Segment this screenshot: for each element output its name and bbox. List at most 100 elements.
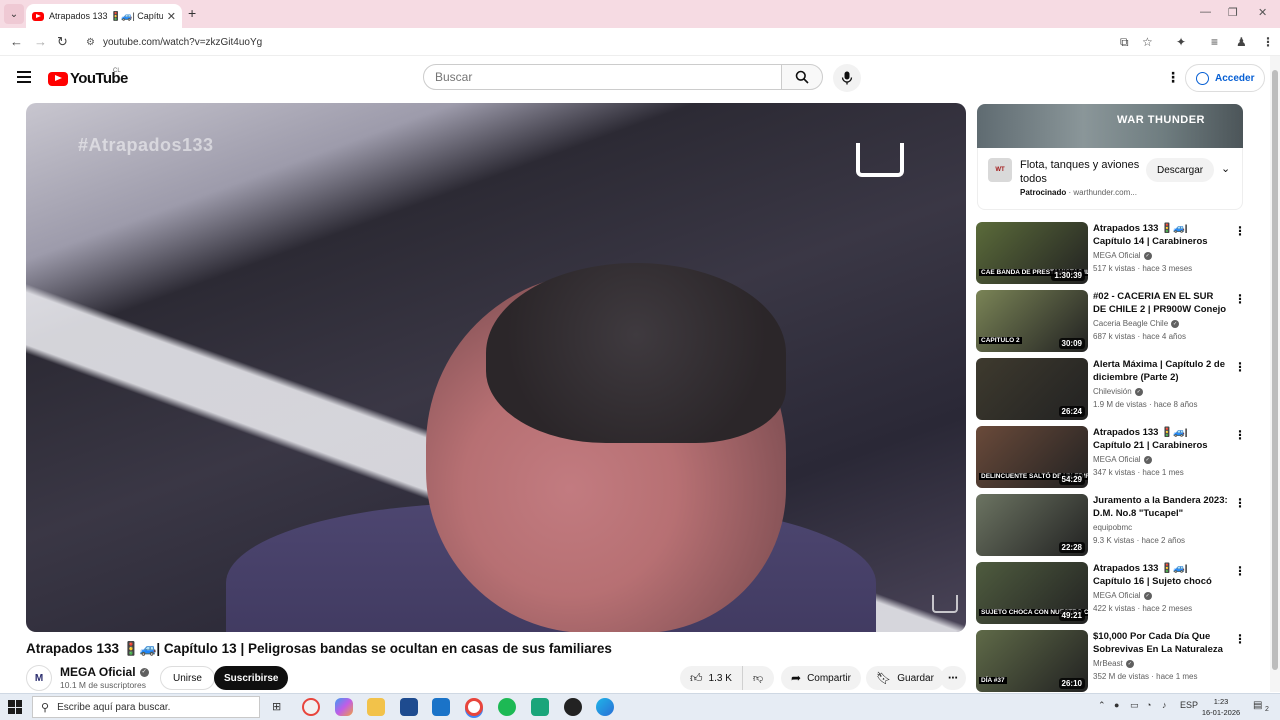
video-thumbnail[interactable]: DÍA #37 26:10 (976, 630, 1088, 692)
more-options-icon[interactable]: ⋮ (1234, 564, 1246, 578)
install-app-icon[interactable]: ⧉ (1120, 35, 1129, 50)
video-thumbnail[interactable]: 26:24 (976, 358, 1088, 420)
recommendation-item[interactable]: 22:28 Juramento a la Bandera 2023: D.M. N… (976, 494, 1246, 562)
tray-chevron-icon[interactable]: ⌃ (1098, 700, 1106, 711)
search-button[interactable] (781, 64, 823, 90)
ad-banner-image[interactable]: WAR THUNDER (977, 104, 1243, 148)
more-options-icon[interactable]: ⋮ (1234, 428, 1246, 442)
tray-app-icon[interactable]: ● (1114, 700, 1119, 710)
like-button[interactable]: 👍︎ 1.3 K (680, 666, 742, 690)
recommendation-channel-row[interactable]: Chilevisión ✓ (1093, 387, 1143, 396)
outlook-app-icon[interactable] (432, 698, 450, 716)
ad-title[interactable]: Flota, tanques y aviones todos (1020, 158, 1140, 186)
recommendation-channel-row[interactable]: Caceria Beagle Chile ✓ (1093, 319, 1180, 328)
menu-icon[interactable] (17, 71, 31, 83)
ad-download-button[interactable]: Descargar (1146, 158, 1215, 182)
video-thumbnail[interactable]: 22:28 (976, 494, 1088, 556)
recommendation-item[interactable]: CAPITULO 2 30:09 #02 - CACERIA EN EL SUR D… (976, 290, 1246, 358)
site-info-icon[interactable]: ⚙ (86, 37, 95, 48)
profile-icon[interactable]: ♟ (1236, 35, 1247, 49)
recommendation-item[interactable]: DELINCUENTE SALTÓ DE UN EDIFICIO PARA ES… (976, 426, 1246, 494)
close-window-icon[interactable]: ✕ (1258, 6, 1267, 19)
reload-icon[interactable]: ↻ (57, 34, 68, 50)
recommendation-channel-row[interactable]: MEGA Oficial ✓ (1093, 591, 1152, 600)
tab-search-chevron-icon[interactable]: ⌄ (4, 4, 24, 24)
scroll-thumb[interactable] (1272, 70, 1278, 670)
video-thumbnail[interactable]: DELINCUENTE SALTÓ DE UN EDIFICIO PARA ES… (976, 426, 1088, 488)
more-options-icon[interactable]: ⋮ (1234, 360, 1246, 374)
video-player[interactable]: #Atrapados133 (26, 103, 966, 632)
clock[interactable]: 1:23 16-01-2026 (1200, 696, 1242, 718)
video-thumbnail[interactable]: CAPITULO 2 30:09 (976, 290, 1088, 352)
spotify-app-icon[interactable] (498, 698, 516, 716)
recommendation-title[interactable]: Atrapados 133 🚦🚙| Capítulo 21 | Carabine… (1093, 426, 1228, 453)
channel-avatar[interactable]: M (26, 665, 52, 691)
recommendation-item[interactable]: SUJETO CHOCA CON NUESTRO CAMARÓGRAFO EN … (976, 562, 1246, 630)
store-app-icon[interactable] (400, 698, 418, 716)
wifi-icon[interactable]: ◔ (1146, 700, 1151, 710)
settings-kebab-icon[interactable]: ⋮ (1166, 69, 1180, 86)
join-button[interactable]: Unirse (160, 666, 215, 690)
recommendation-channel-row[interactable]: equipobmc (1093, 523, 1132, 532)
forward-icon[interactable]: → (34, 34, 47, 49)
browser-tab[interactable]: Atrapados 133 🚦🚙| Capítulo 13 ✕ (26, 4, 182, 28)
recommendation-item[interactable]: CAE BANDA DE PRESTAMISTAS ILEG 1:30:39 Atr… (976, 222, 1246, 290)
more-options-icon[interactable]: ⋮ (1234, 632, 1246, 646)
url-field[interactable]: ⚙ youtube.com/watch?v=zkzGit4uoYg (80, 31, 1180, 53)
more-options-icon[interactable]: ⋮ (1234, 224, 1246, 238)
new-tab-icon[interactable]: + (188, 5, 196, 21)
recommendation-item[interactable]: DÍA #37 26:10 $10,000 Por Cada Día Que Sob… (976, 630, 1246, 703)
recommendation-channel-row[interactable]: MEGA Oficial ✓ (1093, 251, 1152, 260)
bookmark-star-icon[interactable]: ☆ (1142, 35, 1153, 49)
address-bar-row: ← → ↻ ⚙ youtube.com/watch?v=zkzGit4uoYg (0, 28, 1280, 56)
video-thumbnail[interactable]: CAE BANDA DE PRESTAMISTAS ILEG 1:30:39 (976, 222, 1088, 284)
signin-button[interactable]: Acceder (1185, 64, 1266, 92)
notifications-icon[interactable]: ▤ (1253, 700, 1262, 711)
recommendation-title[interactable]: $10,000 Por Cada Día Que Sobrevivas En L… (1093, 630, 1228, 656)
volume-icon[interactable]: ♪ (1162, 700, 1167, 710)
extensions-icon[interactable]: ✦ (1176, 35, 1186, 49)
media-controls-icon[interactable]: ≡ (1211, 35, 1218, 49)
task-view-icon[interactable]: ⊞ (272, 700, 281, 713)
search-input[interactable] (423, 64, 782, 90)
subscriber-count: 10.1 M de suscriptores (60, 680, 146, 690)
chevron-down-icon[interactable]: ⌄ (1221, 162, 1230, 175)
edge-app-icon[interactable] (596, 698, 614, 716)
recommendation-channel-row[interactable]: MEGA Oficial ✓ (1093, 455, 1152, 464)
recommendation-item[interactable]: 26:24 Alerta Máxima | Capítulo 2 de dicie… (976, 358, 1246, 426)
bolt-app-icon[interactable] (531, 698, 549, 716)
subscribe-button[interactable]: Suscribirse (214, 666, 289, 690)
back-icon[interactable]: ← (10, 34, 23, 49)
windows-start-icon[interactable] (8, 700, 22, 714)
advertiser-icon[interactable]: WT (988, 158, 1012, 182)
more-actions-button[interactable]: ⋯ (940, 666, 966, 690)
copilot-app-icon[interactable] (335, 698, 353, 716)
page-scrollbar[interactable] (1270, 56, 1280, 692)
taskbar-search[interactable]: ⚲ Escribe aquí para buscar. (32, 696, 260, 718)
save-button[interactable]: 🔖︎ Guardar (866, 666, 944, 690)
restore-icon[interactable]: ❐ (1228, 6, 1238, 19)
dislike-button[interactable]: 👎︎ (742, 666, 774, 690)
language-indicator[interactable]: ESP (1180, 700, 1198, 710)
recommendation-title[interactable]: #02 - CACERIA EN EL SUR DE CHILE 2 | PR9… (1093, 290, 1228, 317)
recommendation-title[interactable]: Atrapados 133 🚦🚙| Capítulo 16 | Sujeto c… (1093, 562, 1228, 589)
share-button[interactable]: ➦ Compartir (781, 666, 861, 690)
recommendation-title[interactable]: Juramento a la Bandera 2023: D.M. No.8 "… (1093, 494, 1228, 520)
chrome-active-icon[interactable] (465, 698, 483, 716)
close-tab-icon[interactable]: ✕ (167, 10, 176, 23)
more-options-icon[interactable]: ⋮ (1234, 292, 1246, 306)
voice-search-button[interactable] (833, 64, 861, 92)
browser-menu-icon[interactable]: ⋮ (1262, 35, 1274, 49)
minimize-icon[interactable]: — (1200, 6, 1211, 18)
recommendation-channel-row[interactable]: MrBeast ✓ (1093, 659, 1134, 668)
dark-app-icon[interactable] (564, 698, 582, 716)
file-explorer-icon[interactable] (367, 698, 385, 716)
video-thumbnail[interactable]: SUJETO CHOCA CON NUESTRO CAMARÓGRAFO EN … (976, 562, 1088, 624)
recommendation-title[interactable]: Atrapados 133 🚦🚙| Capítulo 14 | Carabine… (1093, 222, 1228, 249)
chrome-app-icon[interactable] (302, 698, 320, 716)
recommendation-title[interactable]: Alerta Máxima | Capítulo 2 de diciembre … (1093, 358, 1228, 384)
more-options-icon[interactable]: ⋮ (1234, 496, 1246, 510)
share-label: Compartir (807, 672, 851, 684)
channel-name-row[interactable]: MEGA Oficial ✓ (60, 665, 149, 679)
battery-icon[interactable]: ▭ (1130, 700, 1139, 711)
